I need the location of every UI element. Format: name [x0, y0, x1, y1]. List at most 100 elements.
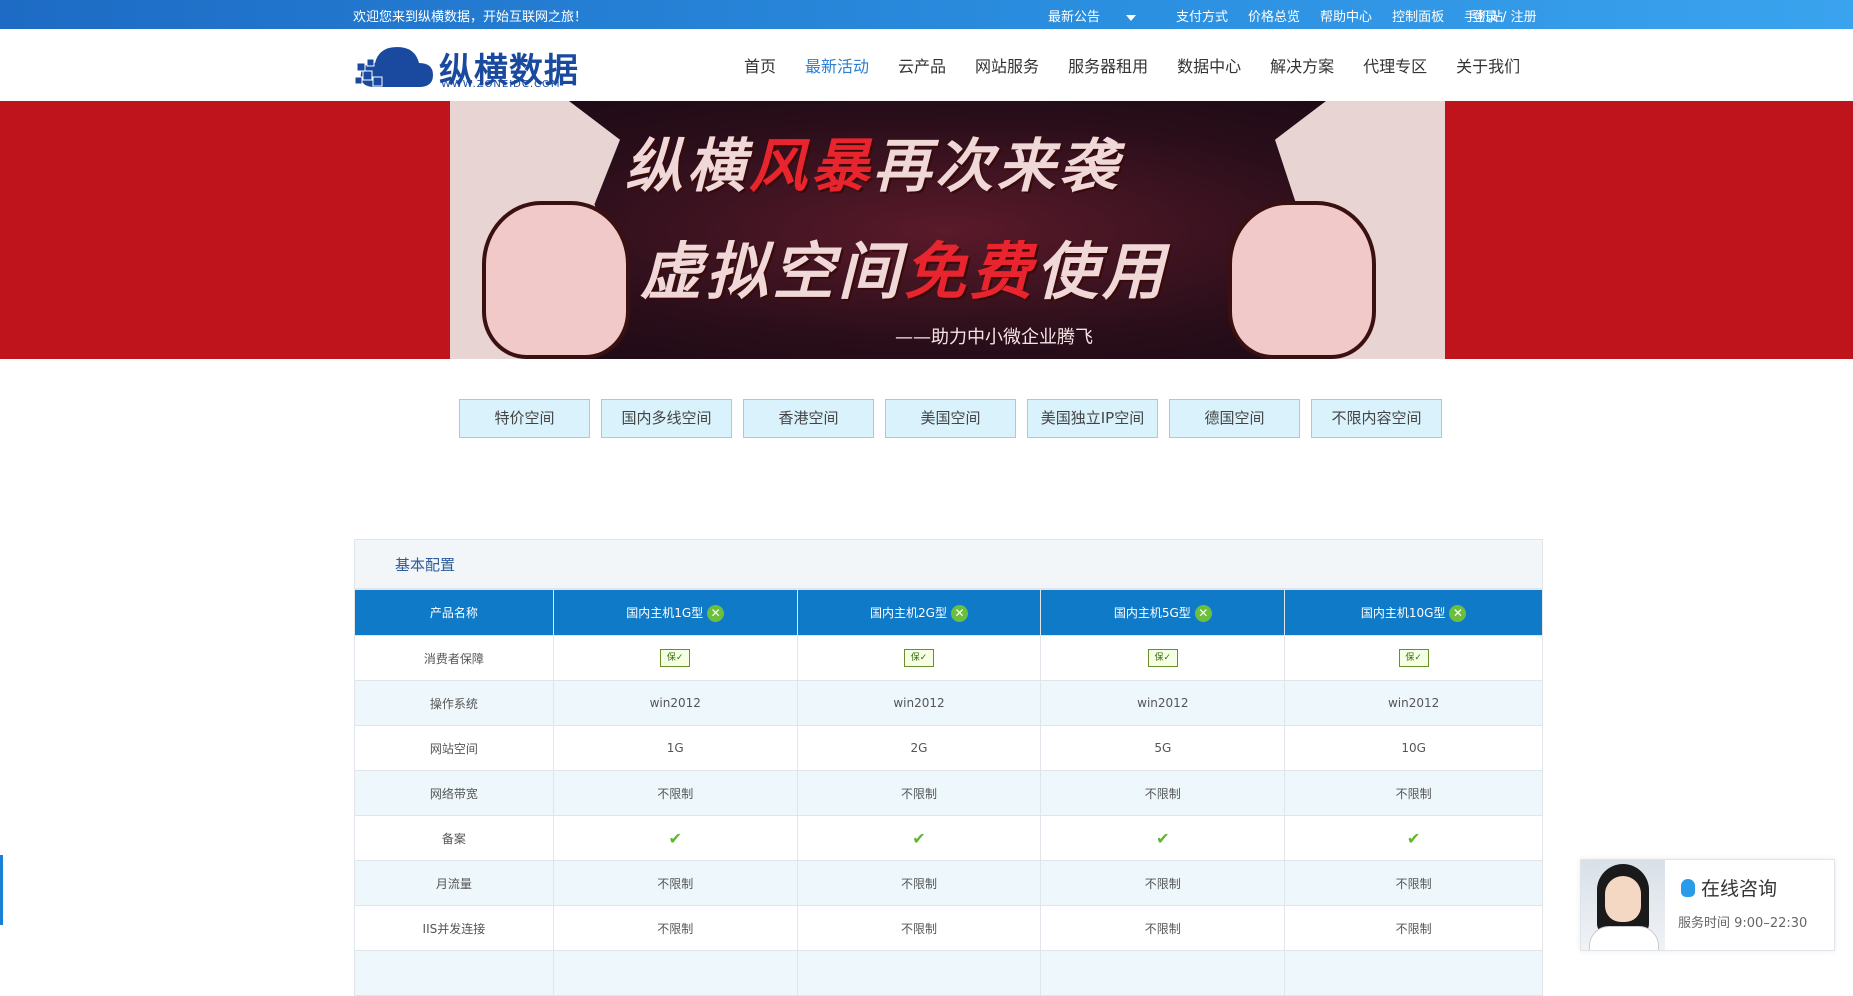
chevron-down-icon	[1126, 14, 1137, 21]
table-row: 备案 ✔ ✔ ✔ ✔	[354, 815, 1543, 861]
fist-right-icon	[1228, 201, 1376, 359]
table-header-row: 产品名称 国内主机1G型 ✕ 国内主机2G型 ✕ 国内主机5G型 ✕ 国内主机10G型…	[354, 589, 1543, 636]
top-links: 最新公告 支付方式 价格总览 帮助中心 控制面板 手机站	[1048, 6, 1523, 25]
cloud-logo-icon	[355, 47, 433, 87]
cell-value: 不限制	[796, 905, 1042, 951]
tab-us-space[interactable]: 美国空间	[885, 399, 1016, 438]
fist-left-icon	[482, 201, 630, 359]
cell-value: win2012	[1284, 680, 1543, 726]
cell-value: 2G	[796, 725, 1042, 771]
remove-icon[interactable]: ✕	[1449, 604, 1467, 622]
nav-item-latest-events[interactable]: 最新活动	[805, 53, 869, 77]
online-consult-widget[interactable]: 在线咨询 服务时间 9:00–22:30	[1580, 859, 1835, 951]
check-icon: ✔	[912, 828, 926, 848]
nav-item-data-center[interactable]: 数据中心	[1177, 53, 1241, 77]
cell-value: 不限制	[796, 770, 1042, 816]
promo-banner[interactable]: 纵横风暴再次来袭 虚拟空间免费使用 ——助力中小微企业腾飞	[0, 101, 1853, 359]
cell-value: 1G	[552, 725, 798, 771]
top-link-prices[interactable]: 价格总览	[1248, 6, 1300, 25]
cell-value: 不限制	[1284, 860, 1543, 906]
banner-subtitle: ——助力中小微企业腾飞	[895, 327, 1093, 348]
header-plan-5g: 国内主机5G型 ✕	[1040, 589, 1286, 636]
header-plan-10g: 国内主机10G型 ✕	[1284, 589, 1543, 636]
top-link-announcements[interactable]: 最新公告	[1048, 6, 1156, 25]
consumer-guarantee-icon: 保✓	[660, 649, 691, 667]
cell-value: win2012	[1040, 680, 1286, 726]
cell-value: 10G	[1284, 725, 1543, 771]
tab-hongkong-space[interactable]: 香港空间	[743, 399, 874, 438]
nav-item-about[interactable]: 关于我们	[1456, 53, 1520, 77]
cell-value: win2012	[552, 680, 798, 726]
cell-value: 不限制	[796, 860, 1042, 906]
nav-item-cloud[interactable]: 云产品	[898, 53, 946, 77]
row-label: 网站空间	[354, 725, 554, 771]
nav-item-web-services[interactable]: 网站服务	[975, 53, 1039, 77]
table-row: 网络带宽 不限制 不限制 不限制 不限制	[354, 770, 1543, 816]
cell-value: 不限制	[1040, 860, 1286, 906]
cell-value: 5G	[1040, 725, 1286, 771]
consult-title: 在线咨询	[1681, 874, 1777, 901]
hosting-category-tabs: 特价空间 国内多线空间 香港空间 美国空间 美国独立IP空间 德国空间 不限内容…	[459, 399, 1453, 438]
row-label: IIS并发连接	[354, 905, 554, 951]
table-row: 操作系统 win2012 win2012 win2012 win2012	[354, 680, 1543, 726]
nav-item-solutions[interactable]: 解决方案	[1270, 53, 1334, 77]
cell-value: 不限制	[552, 905, 798, 951]
table-row: 网站空间 1G 2G 5G 10G	[354, 725, 1543, 771]
tab-domestic-multiline[interactable]: 国内多线空间	[601, 399, 732, 438]
table-row: 月流量 不限制 不限制 不限制 不限制	[354, 860, 1543, 906]
check-icon: ✔	[1406, 828, 1421, 848]
header-plan-2g: 国内主机2G型 ✕	[796, 589, 1042, 636]
cell-value: 不限制	[1284, 770, 1543, 816]
table-row: IIS并发连接 不限制 不限制 不限制 不限制	[354, 905, 1543, 951]
remove-icon[interactable]: ✕	[1194, 604, 1212, 622]
top-bar: 欢迎您来到纵横数据，开始互联网之旅！ 最新公告 支付方式 价格总览 帮助中心 控…	[0, 0, 1853, 29]
remove-icon[interactable]: ✕	[707, 604, 725, 622]
spec-table: 产品名称 国内主机1G型 ✕ 国内主机2G型 ✕ 国内主机5G型 ✕ 国内主机10G型…	[354, 589, 1543, 996]
service-hours: 服务时间 9:00–22:30	[1678, 916, 1808, 931]
row-label: 消费者保障	[354, 635, 554, 681]
table-row: 消费者保障 保✓ 保✓ 保✓ 保✓	[354, 635, 1543, 681]
check-icon: ✔	[1156, 828, 1170, 848]
tab-germany-space[interactable]: 德国空间	[1169, 399, 1300, 438]
banner-headline-1: 纵横风暴再次来袭	[625, 132, 1122, 200]
cell-value: 不限制	[1040, 905, 1286, 951]
welcome-text: 欢迎您来到纵横数据，开始互联网之旅！	[353, 10, 588, 25]
table-row	[354, 950, 1543, 996]
tab-discount-space[interactable]: 特价空间	[459, 399, 590, 438]
cell-value: 不限制	[1284, 905, 1543, 951]
row-label: 操作系统	[354, 680, 554, 726]
top-link-payment[interactable]: 支付方式	[1176, 6, 1228, 25]
banner-headline-2: 虚拟空间免费使用	[640, 235, 1169, 308]
top-link-control-panel[interactable]: 控制面板	[1392, 6, 1444, 25]
top-link-help[interactable]: 帮助中心	[1320, 6, 1372, 25]
check-icon: ✔	[668, 828, 682, 848]
cell-value: win2012	[796, 680, 1042, 726]
row-label: 月流量	[354, 860, 554, 906]
basic-config-section: 基本配置 产品名称 国内主机1G型 ✕ 国内主机2G型 ✕ 国内主机5G型 ✕ 国内主…	[354, 539, 1543, 996]
nav-item-home[interactable]: 首页	[744, 53, 776, 77]
nav-item-agents[interactable]: 代理专区	[1363, 53, 1427, 77]
tab-us-dedicated-ip[interactable]: 美国独立IP空间	[1027, 399, 1158, 438]
agent-avatar	[1581, 860, 1665, 950]
cell-value: 不限制	[552, 770, 798, 816]
header-plan-1g: 国内主机1G型 ✕	[552, 589, 798, 636]
row-label: 备案	[354, 815, 554, 861]
login-register-link[interactable]: 登录 / 注册	[1472, 6, 1537, 25]
header-product-name: 产品名称	[354, 589, 554, 636]
consumer-guarantee-icon: 保✓	[1398, 649, 1429, 667]
consumer-guarantee-icon: 保✓	[904, 649, 934, 667]
row-label: 网络带宽	[354, 770, 554, 816]
qq-icon	[1681, 879, 1695, 897]
site-logo[interactable]: 纵横数据 WWW.ZONEIDC.COM	[355, 41, 585, 91]
section-title: 基本配置	[354, 539, 1543, 589]
site-header: 纵横数据 WWW.ZONEIDC.COM 首页 最新活动 云产品 网站服务 服务…	[0, 29, 1853, 102]
main-nav: 首页 最新活动 云产品 网站服务 服务器租用 数据中心 解决方案 代理专区 关于…	[744, 53, 1549, 77]
cell-value: 不限制	[1040, 770, 1286, 816]
logo-url-text: WWW.ZONEIDC.COM	[441, 79, 561, 90]
remove-icon[interactable]: ✕	[950, 604, 968, 622]
tab-unrestricted-content[interactable]: 不限内容空间	[1311, 399, 1442, 438]
consumer-guarantee-icon: 保✓	[1147, 649, 1178, 667]
nav-item-server-rental[interactable]: 服务器租用	[1068, 53, 1148, 77]
cell-value: 不限制	[552, 860, 798, 906]
left-float-tab[interactable]	[0, 855, 3, 925]
